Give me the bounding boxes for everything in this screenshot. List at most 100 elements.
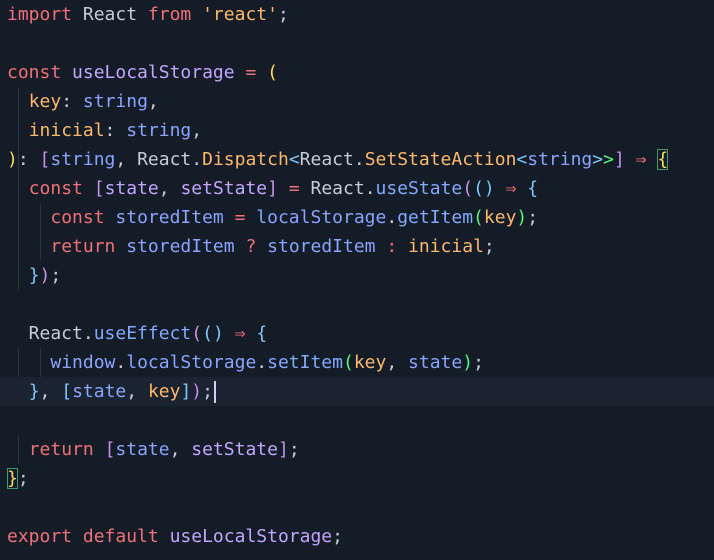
code-token: )	[191, 381, 203, 402]
code-token: ?	[245, 236, 257, 257]
code-token: setState	[180, 178, 268, 199]
code-token: state	[104, 178, 159, 199]
code-token: :	[104, 120, 127, 141]
code-token: state	[115, 439, 170, 460]
code-line[interactable]: };	[0, 464, 714, 493]
code-token: ;	[17, 468, 29, 489]
code-token: <	[288, 149, 300, 170]
code-token: [	[39, 149, 51, 170]
code-token: Dispatch	[202, 149, 289, 170]
code-token: React.	[299, 178, 376, 199]
code-token: default	[82, 526, 159, 547]
code-token: ;	[527, 207, 539, 228]
code-line[interactable]: export default useLocalStorage;	[0, 522, 714, 551]
code-token: , React.	[115, 149, 203, 170]
code-token: )	[516, 207, 528, 228]
code-token: return	[28, 439, 94, 460]
code-line[interactable]: return [state, setState];	[0, 435, 714, 464]
code-token: return	[50, 236, 116, 257]
code-token: useEffect	[93, 323, 192, 344]
code-token: 'react'	[202, 4, 278, 25]
code-token: localStorage	[126, 352, 257, 373]
code-token: (	[342, 352, 354, 373]
code-token: key	[353, 352, 387, 373]
code-token: }	[28, 381, 40, 402]
code-token: ;	[483, 236, 495, 257]
code-line[interactable]: key: string,	[0, 87, 714, 116]
code-editor[interactable]: import React from 'react'; const useLocal…	[0, 0, 714, 560]
code-token: ;	[50, 265, 62, 286]
code-line[interactable]: import React from 'react';	[0, 0, 714, 29]
code-token: (	[202, 323, 213, 344]
code-token: const	[7, 62, 62, 83]
code-token: string	[126, 120, 192, 141]
code-token: }	[28, 265, 40, 286]
code-token: ;	[277, 4, 289, 25]
code-token: ]	[613, 149, 625, 170]
code-token: inicial	[408, 236, 484, 257]
code-line[interactable]: React.useEffect(() ⇒ {	[0, 319, 714, 348]
code-token: setItem	[267, 352, 343, 373]
code-token: const	[50, 207, 105, 228]
code-token: ;	[473, 352, 484, 373]
code-token: .	[386, 207, 398, 228]
code-token: ,	[126, 381, 148, 402]
code-token: state	[408, 352, 463, 373]
code-token: )	[212, 323, 224, 344]
code-token: }	[7, 468, 18, 489]
code-line[interactable]: const [state, setState] = React.useState…	[0, 174, 714, 203]
code-token: export	[7, 526, 73, 547]
code-line[interactable]: inicial: string,	[0, 116, 714, 145]
code-line[interactable]: });	[0, 261, 714, 290]
code-token: SetStateAction	[364, 149, 517, 170]
code-token: :	[61, 91, 83, 112]
code-token: from	[147, 4, 192, 25]
code-line[interactable]	[0, 406, 714, 435]
code-token: (	[473, 207, 484, 228]
code-token: useLocalStorage	[72, 62, 235, 83]
code-token: ,	[158, 178, 181, 199]
code-line[interactable]	[0, 290, 714, 319]
code-line[interactable]: window.localStorage.setItem(key, state);	[0, 348, 714, 377]
code-line[interactable]: const storedItem = localStorage.getItem(…	[0, 203, 714, 232]
code-line[interactable]	[0, 29, 714, 58]
code-token: ;	[288, 439, 300, 460]
code-token: ⇒	[234, 323, 246, 344]
text-cursor	[213, 381, 216, 403]
code-token: key	[28, 91, 62, 112]
code-token: inicial	[28, 120, 105, 141]
code-line[interactable]: return storedItem ? storedItem : inicial…	[0, 232, 714, 261]
code-token: .	[115, 352, 127, 373]
code-line[interactable]: const useLocalStorage = (	[0, 58, 714, 87]
code-token: storedItem	[115, 207, 224, 228]
code-line[interactable]: ): [string, React.Dispatch<React.SetStat…	[0, 145, 714, 174]
code-token: ;	[332, 526, 343, 547]
code-line[interactable]	[0, 493, 714, 522]
code-token: [	[93, 178, 105, 199]
code-token: ]	[267, 178, 278, 199]
code-token: const	[28, 178, 83, 199]
code-token: .	[256, 352, 268, 373]
code-token: ]	[277, 439, 289, 460]
code-line[interactable]: }, [state, key]);	[0, 377, 714, 406]
code-token: ⇒	[635, 149, 647, 170]
